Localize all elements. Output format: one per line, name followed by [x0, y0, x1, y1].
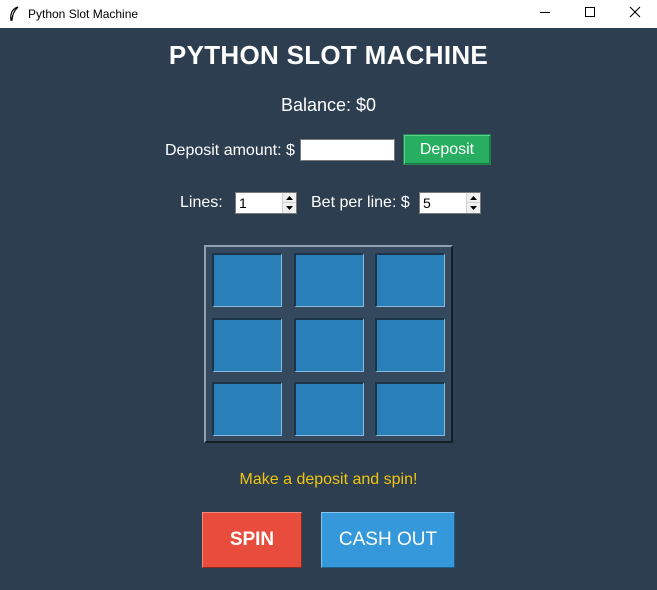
minimize-icon: [539, 5, 551, 23]
bet-increment-button[interactable]: [467, 193, 480, 203]
bet-per-line-spinbox[interactable]: 5: [419, 192, 481, 214]
maximize-button[interactable]: [567, 0, 613, 28]
deposit-button[interactable]: Deposit: [403, 134, 491, 165]
reel-cell: [294, 253, 364, 307]
bet-spinbox-arrows: [466, 193, 480, 213]
status-message: Make a deposit and spin!: [239, 471, 418, 488]
reel-cell: [294, 318, 364, 372]
lines-value: 1: [239, 195, 247, 211]
minimize-button[interactable]: [522, 0, 568, 28]
cash-out-button[interactable]: CASH OUT: [321, 512, 455, 568]
lines-decrement-button[interactable]: [283, 203, 296, 213]
close-icon: [629, 5, 641, 23]
maximize-icon: [584, 5, 596, 23]
app-title: PYTHON SLOT MACHINE: [168, 40, 489, 70]
lines-label: Lines:: [180, 194, 223, 211]
deposit-amount-label: Deposit amount: $: [165, 142, 295, 159]
reel-grid: [204, 245, 453, 443]
reel-cell: [375, 253, 445, 307]
reel-cell: [375, 382, 445, 436]
reel-cell: [294, 382, 364, 436]
lines-increment-button[interactable]: [283, 193, 296, 203]
bet-per-line-label: Bet per line: $: [311, 194, 410, 211]
window-title: Python Slot Machine: [28, 7, 139, 21]
bet-per-line-value: 5: [423, 195, 431, 211]
reel-cell: [212, 382, 282, 436]
balance-label: Balance: $0: [280, 95, 377, 115]
bet-decrement-button[interactable]: [467, 203, 480, 213]
reel-cell: [375, 318, 445, 372]
spin-button[interactable]: SPIN: [202, 512, 302, 568]
lines-spinbox[interactable]: 1: [235, 192, 297, 214]
lines-spinbox-arrows: [282, 193, 296, 213]
feather-icon: [8, 6, 20, 22]
reel-cell: [212, 318, 282, 372]
close-button[interactable]: [612, 0, 657, 28]
reel-cell: [212, 253, 282, 307]
deposit-amount-input[interactable]: [300, 139, 395, 161]
window-titlebar: Python Slot Machine: [0, 0, 657, 28]
